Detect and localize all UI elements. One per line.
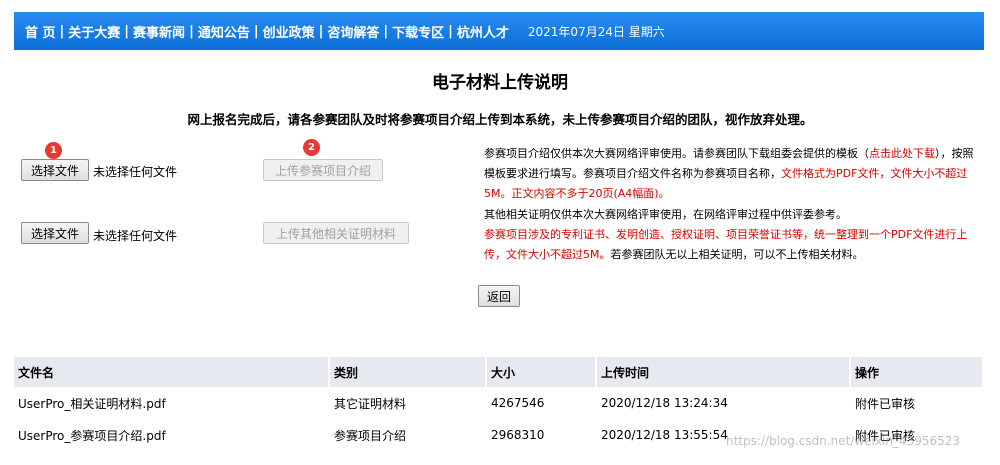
no-file-label-2: 未选择任何文件: [93, 229, 178, 243]
project-intro-description: 参赛项目介绍仅供本次大赛网络评审使用。请参赛团队下载组委会提供的模板（点击此处下…: [484, 147, 974, 200]
nav-date: 2021年07月24日 星期六: [527, 24, 665, 39]
choose-file-button-1[interactable]: 选择文件: [21, 159, 89, 181]
watermark: https://blog.csdn.net/weixin_43956523: [726, 434, 961, 448]
choose-file-button-2[interactable]: 选择文件: [21, 222, 89, 244]
nav-separator: |: [189, 23, 194, 39]
upload-other-proof-button[interactable]: 上传其他相关证明材料: [263, 222, 409, 244]
col-action: 操作: [850, 357, 984, 387]
cell-action: 附件已审核: [850, 387, 984, 419]
step-badge-1: 1: [45, 142, 62, 159]
table-header-row: 文件名 类别 大小 上传时间 操作: [14, 357, 984, 387]
col-upload-time: 上传时间: [596, 357, 851, 387]
other-proof-description: 其他相关证明仅供本次大赛网络评审使用，在网络评审过程中供评委参考。 参赛项目涉及的…: [484, 208, 968, 261]
nav-separator: |: [59, 23, 65, 39]
top-navbar: 首 页 | 关于大赛 | 赛事新闻 | 通知公告 | 创业政策 | 咨询解答 |…: [14, 12, 984, 50]
table-row: UserPro_相关证明材料.pdf 其它证明材料 4267546 2020/1…: [14, 387, 984, 419]
nav-separator: |: [383, 23, 389, 39]
nav-separator: |: [448, 23, 453, 39]
nav-news[interactable]: 赛事新闻: [130, 22, 188, 41]
step-badge-2: 2: [303, 139, 320, 156]
page-title: 电子材料上传说明: [432, 73, 568, 93]
col-filename: 文件名: [14, 357, 330, 387]
upload-project-intro-button[interactable]: 上传参赛项目介绍: [263, 159, 383, 181]
nav-home[interactable]: 首 页: [22, 22, 59, 41]
col-category: 类别: [329, 357, 487, 387]
nav-policy[interactable]: 创业政策: [260, 22, 318, 41]
cell-category: 参赛项目介绍: [329, 419, 487, 451]
nav-notices[interactable]: 通知公告: [195, 22, 253, 41]
cell-filename: UserPro_参赛项目介绍.pdf: [14, 419, 330, 451]
cell-size: 2968310: [486, 419, 597, 451]
nav-separator: |: [318, 23, 324, 39]
nav-downloads[interactable]: 下载专区: [389, 22, 447, 41]
upload-notice: 网上报名完成后，请各参赛团队及时将参赛项目介绍上传到本系统，未上传参赛项目介绍的…: [187, 112, 813, 127]
cell-size: 4267546: [486, 387, 597, 419]
col-size: 大小: [486, 357, 597, 387]
template-download-link[interactable]: 点击此处下载: [869, 147, 935, 160]
nav-faq[interactable]: 咨询解答: [324, 22, 382, 41]
nav-about[interactable]: 关于大赛: [65, 22, 123, 41]
cell-category: 其它证明材料: [329, 387, 487, 419]
nav-separator: |: [253, 23, 259, 39]
nav-talent[interactable]: 杭州人才: [454, 22, 512, 41]
back-button[interactable]: 返回: [478, 285, 520, 307]
no-file-label-1: 未选择任何文件: [93, 165, 178, 179]
nav-separator: |: [124, 23, 130, 39]
cell-upload-time: 2020/12/18 13:24:34: [596, 387, 851, 419]
cell-filename: UserPro_相关证明材料.pdf: [14, 387, 330, 419]
